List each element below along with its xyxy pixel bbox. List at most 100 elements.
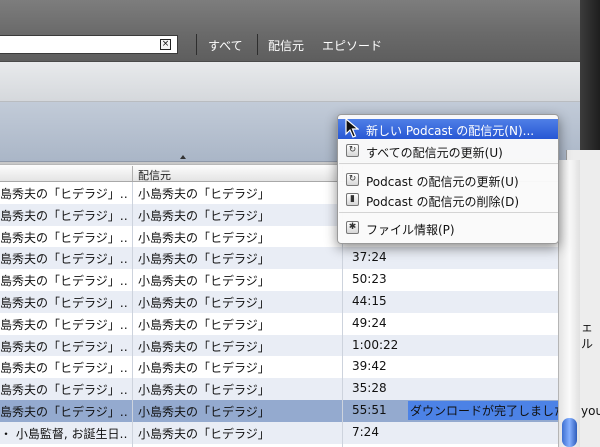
episode-name-cell: 島秀夫の「ヒデラジ」…: [0, 404, 128, 419]
column-line: [132, 312, 133, 335]
column-line: [132, 334, 133, 357]
episode-source-cell: 小島秀夫の「ヒデラジ」: [138, 339, 270, 354]
episode-source-cell: 小島秀夫の「ヒデラジ」: [138, 274, 270, 289]
episode-duration-cell: 39:42: [352, 359, 387, 374]
column-line: [132, 399, 133, 422]
table-row[interactable]: MGO大会「ファン…小島秀夫の「ヒデラジ」28:03: [0, 443, 558, 447]
menu-item[interactable]: 新しい Podcast の配信元(N)...: [338, 119, 558, 139]
table-row[interactable]: 島秀夫の「ヒデラジ」… 小島秀夫の「ヒデラジ」 50:23: [0, 269, 558, 291]
table-row[interactable]: ・ 小島監督, お誕生日… 小島秀夫の「ヒデラジ」 7:24: [0, 421, 558, 444]
episode-duration-cell: 50:23: [352, 272, 387, 287]
column-line: [342, 290, 343, 313]
episode-name-cell: 島秀夫の「ヒデラジ」…: [0, 208, 128, 223]
table-row[interactable]: 島秀夫の「ヒデラジ」… 小島秀夫の「ヒデラジ」 49:24: [0, 312, 558, 335]
toolbar: × すべて 配信元 エピソード: [0, 0, 580, 62]
menu-item-label: Podcast の配信元の削除(D): [366, 195, 520, 209]
episode-source-cell: 小島秀夫の「ヒデラジ」: [138, 230, 270, 245]
table-row[interactable]: 島秀夫の「ヒデラジ」… 小島秀夫の「ヒデラジ」 44:15: [0, 290, 558, 313]
episode-duration-cell: 7:24: [352, 424, 379, 439]
side-panel-text: ェル: [581, 320, 594, 351]
scope-source-button[interactable]: 配信元: [268, 37, 304, 54]
column-divider[interactable]: [132, 166, 133, 181]
episode-duration-cell: 55:51: [352, 402, 387, 417]
menu-item[interactable]: ✱ ファイル情報(P): [338, 218, 558, 238]
menu-item-label: ファイル情報(P): [366, 223, 455, 237]
toolbar-divider: [196, 34, 197, 55]
column-header-source[interactable]: 配信元: [138, 167, 171, 183]
episode-name-cell: 島秀夫の「ヒデラジ」…: [0, 339, 128, 354]
menu-separator: [339, 212, 558, 213]
column-line: [132, 443, 133, 447]
episode-name-cell: 島秀夫の「ヒデラジ」…: [0, 187, 128, 201]
refresh-icon: ↻: [346, 173, 359, 186]
column-line: [342, 399, 343, 422]
menu-item-label: Podcast の配信元の更新(U): [366, 175, 519, 189]
scope-episode-button[interactable]: エピソード: [322, 37, 382, 54]
table-row[interactable]: 島秀夫の「ヒデラジ」… 小島秀夫の「ヒデラジ」 37:24: [0, 247, 558, 270]
episode-name-cell: 島秀夫の「ヒデラジ」…: [0, 317, 128, 332]
column-line: [132, 356, 133, 379]
episode-source-cell: 小島秀夫の「ヒデラジ」: [138, 208, 270, 223]
episode-source-cell: 小島秀夫の「ヒデラジ」: [138, 361, 270, 376]
episode-duration-cell: 44:15: [352, 293, 387, 308]
column-line: [342, 269, 343, 291]
toolbar-divider: [257, 34, 258, 55]
episode-source-cell: 小島秀夫の「ヒデラジ」: [138, 426, 270, 441]
episode-source-cell: 小島秀夫の「ヒデラジ」: [138, 252, 270, 267]
episode-source-cell: 小島秀夫の「ヒデラジ」: [138, 383, 270, 398]
episode-name-cell: 島秀夫の「ヒデラジ」…: [0, 361, 128, 376]
table-row[interactable]: 島秀夫の「ヒデラジ」… 小島秀夫の「ヒデラジ」 35:28: [0, 378, 558, 400]
refresh-icon: ↻: [346, 144, 359, 157]
column-line: [342, 247, 343, 270]
column-line: [132, 421, 133, 444]
context-menu: 新しい Podcast の配信元(N)... ↻ すべての配信元の更新(U) ↻ Pod…: [337, 114, 559, 244]
side-panel-text: you: [581, 404, 600, 418]
collapse-triangle-icon[interactable]: [180, 155, 186, 159]
episode-duration-cell: 49:24: [352, 315, 387, 330]
menu-item[interactable]: ▮ Podcast の配信元の削除(D): [338, 190, 558, 210]
download-status-cell: ダウンロードが完了しました: [408, 400, 558, 420]
menu-item-label: すべての配信元の更新(U): [366, 146, 503, 160]
episode-source-cell: 小島秀夫の「ヒデラジ」: [138, 295, 270, 310]
column-line: [132, 182, 133, 204]
clear-search-icon[interactable]: ×: [160, 39, 171, 50]
column-line: [342, 334, 343, 357]
episode-source-cell: 小島秀夫の「ヒデラジ」: [138, 187, 270, 201]
trash-icon: ▮: [346, 193, 359, 206]
column-line: [342, 356, 343, 379]
column-line: [132, 290, 133, 313]
info-bar: [0, 62, 580, 102]
episode-name-cell: 島秀夫の「ヒデラジ」…: [0, 252, 128, 267]
episode-duration-cell: 1:00:22: [352, 337, 399, 352]
episode-source-cell: 小島秀夫の「ヒデラジ」: [138, 317, 270, 332]
column-line: [132, 269, 133, 291]
menu-item[interactable]: ↻ すべての配信元の更新(U): [338, 141, 558, 161]
scope-all-button[interactable]: すべて: [208, 37, 243, 54]
mouse-cursor-icon: [345, 118, 359, 138]
menu-item[interactable]: ↻ Podcast の配信元の更新(U): [338, 170, 558, 190]
menu-separator: [339, 163, 558, 164]
scroll-thumb[interactable]: [562, 418, 577, 447]
episode-name-cell: 島秀夫の「ヒデラジ」…: [0, 383, 128, 398]
column-line: [132, 247, 133, 270]
column-line: [342, 312, 343, 335]
search-input[interactable]: ×: [0, 35, 178, 54]
column-line: [132, 225, 133, 248]
menu-item-label: 新しい Podcast の配信元(N)...: [366, 124, 535, 138]
column-line: [132, 378, 133, 400]
column-line: [342, 421, 343, 444]
vertical-scrollbar[interactable]: [558, 160, 580, 447]
column-line: [342, 378, 343, 400]
episode-duration-cell: 35:28: [352, 381, 387, 396]
episode-name-cell: 島秀夫の「ヒデラジ」…: [0, 274, 128, 289]
episode-name-cell: 島秀夫の「ヒデラジ」…: [0, 230, 128, 245]
episode-name-cell: ・ 小島監督, お誕生日…: [0, 426, 128, 441]
table-row[interactable]: 島秀夫の「ヒデラジ」… 小島秀夫の「ヒデラジ」 55:51 ダウンロードが完了しました: [0, 399, 558, 422]
episode-duration-cell: 37:24: [352, 250, 387, 265]
gear-icon: ✱: [346, 221, 359, 234]
table-row[interactable]: 島秀夫の「ヒデラジ」… 小島秀夫の「ヒデラジ」 1:00:22: [0, 334, 558, 357]
column-line: [132, 203, 133, 226]
table-row[interactable]: 島秀夫の「ヒデラジ」… 小島秀夫の「ヒデラジ」 39:42: [0, 356, 558, 379]
column-line: [342, 443, 343, 447]
episode-source-cell: 小島秀夫の「ヒデラジ」: [138, 404, 270, 419]
